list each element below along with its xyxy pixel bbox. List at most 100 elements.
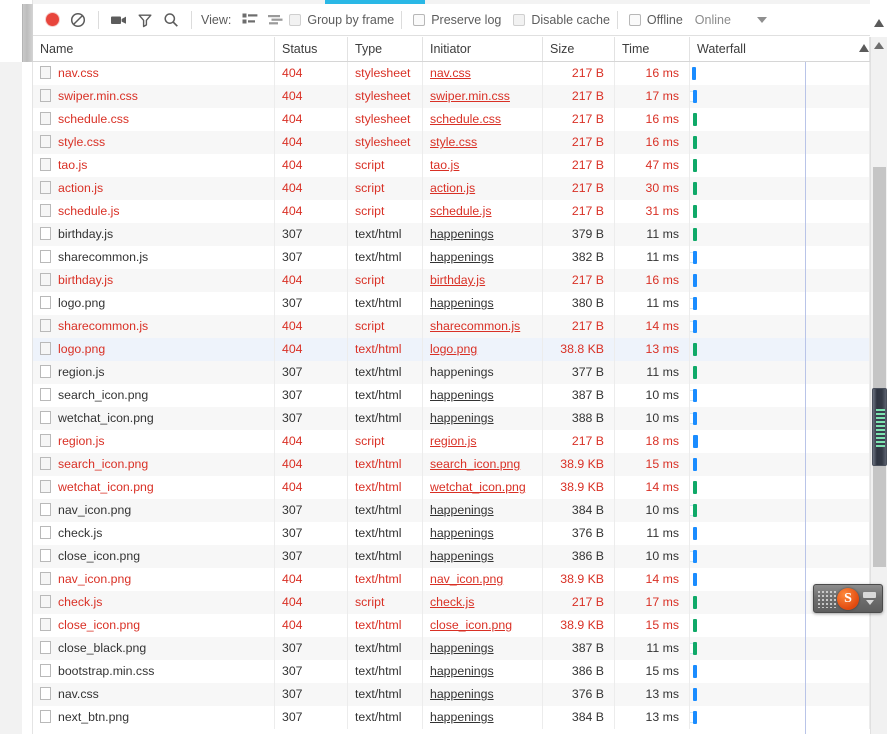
column-header-initiator[interactable]: Initiator xyxy=(423,37,543,61)
cell-initiator[interactable]: birthday.js xyxy=(423,269,543,292)
group-by-frame-checkbox[interactable] xyxy=(289,13,302,26)
cell-initiator[interactable]: schedule.js xyxy=(423,200,543,223)
cell-initiator-text[interactable]: nav.css xyxy=(430,66,471,80)
cell-initiator[interactable]: happenings xyxy=(423,407,543,430)
table-row[interactable]: search_icon.png 404 text/html search_icon.p… xyxy=(33,453,870,476)
cell-initiator[interactable]: nav.css xyxy=(423,62,543,85)
cell-initiator-text[interactable]: happenings xyxy=(430,549,494,563)
vertical-scrollbar[interactable] xyxy=(870,37,887,734)
cell-initiator-text[interactable]: style.css xyxy=(430,135,477,149)
offline-checkbox[interactable] xyxy=(628,13,641,26)
sogou-logo-icon[interactable]: S xyxy=(837,587,859,610)
view-list-button[interactable] xyxy=(237,8,263,32)
table-row[interactable]: birthday.js 404 script birthday.js 217 B 16 m… xyxy=(33,269,870,292)
cell-initiator[interactable]: happenings xyxy=(423,223,543,246)
cell-initiator-text[interactable]: schedule.js xyxy=(430,204,492,218)
cell-initiator-text[interactable]: happenings xyxy=(430,296,494,310)
column-header-name[interactable]: Name xyxy=(33,37,275,61)
table-row[interactable]: region.js 404 script region.js 217 B 18 ms xyxy=(33,430,870,453)
ime-chevron-down-icon[interactable] xyxy=(865,600,874,605)
table-row[interactable]: style.css 404 stylesheet style.css 217 B 16 m… xyxy=(33,131,870,154)
cell-initiator-text[interactable]: wetchat_icon.png xyxy=(430,480,526,494)
filter-button[interactable] xyxy=(132,8,158,32)
table-row[interactable]: check.js 404 script check.js 217 B 17 ms xyxy=(33,591,870,614)
column-header-size[interactable]: Size xyxy=(543,37,615,61)
cell-initiator-text[interactable]: happenings xyxy=(430,503,494,517)
capture-screenshots-button[interactable] xyxy=(106,8,132,32)
ime-extras[interactable] xyxy=(863,592,876,605)
disable-cache-control[interactable]: Disable cache xyxy=(513,13,610,27)
cell-initiator-text[interactable]: close_icon.png xyxy=(430,618,512,632)
table-row[interactable]: next_btn.png 307 text/html happenings 384 B 1… xyxy=(33,706,870,729)
cell-initiator[interactable]: wetchat_icon.png xyxy=(423,476,543,499)
cell-initiator[interactable]: style.css xyxy=(423,131,543,154)
table-row[interactable]: nav.css 404 stylesheet nav.css 217 B 16 ms xyxy=(33,62,870,85)
column-header-time[interactable]: Time xyxy=(615,37,690,61)
cell-initiator[interactable]: nav_icon.png xyxy=(423,568,543,591)
cell-initiator-text[interactable]: happenings xyxy=(430,664,494,678)
sort-ascending-arrow-icon[interactable] xyxy=(859,44,869,52)
cell-initiator[interactable]: close_icon.png xyxy=(423,614,543,637)
table-row[interactable]: action.js 404 script action.js 217 B 30 ms xyxy=(33,177,870,200)
clear-button[interactable] xyxy=(65,8,91,32)
table-row[interactable]: nav.css 307 text/html happenings 376 B 13 ms xyxy=(33,683,870,706)
cell-initiator-text[interactable]: sharecommon.js xyxy=(430,319,520,333)
panel-splitter-handle[interactable] xyxy=(22,4,33,62)
throttling-value[interactable]: Online xyxy=(695,13,731,27)
table-row[interactable]: sharecommon.js 307 text/html happenings 382 … xyxy=(33,246,870,269)
cell-initiator[interactable]: happenings xyxy=(423,660,543,683)
cell-initiator-text[interactable]: nav_icon.png xyxy=(430,572,503,586)
search-button[interactable] xyxy=(158,8,184,32)
cell-initiator[interactable]: tao.js xyxy=(423,154,543,177)
cell-initiator[interactable]: happenings xyxy=(423,499,543,522)
scrollbar-track[interactable] xyxy=(873,167,886,567)
column-header-status[interactable]: Status xyxy=(275,37,348,61)
scroll-up-button[interactable] xyxy=(871,37,887,54)
scrollbar-thumb[interactable] xyxy=(872,388,887,466)
table-row[interactable]: logo.png 404 text/html logo.png 38.8 KB 13 ms xyxy=(33,338,870,361)
offline-control[interactable]: Offline xyxy=(628,13,683,27)
cell-initiator-text[interactable]: search_icon.png xyxy=(430,457,520,471)
cell-initiator-text[interactable]: region.js xyxy=(430,434,476,448)
keyboard-icon[interactable] xyxy=(863,592,876,598)
cell-initiator[interactable]: swiper.min.css xyxy=(423,85,543,108)
cell-initiator-text[interactable]: happenings xyxy=(430,411,494,425)
cell-initiator-text[interactable]: birthday.js xyxy=(430,273,485,287)
cell-initiator[interactable]: logo.png xyxy=(423,338,543,361)
cell-initiator-text[interactable]: happenings xyxy=(430,227,494,241)
cell-initiator[interactable]: schedule.css xyxy=(423,108,543,131)
record-button[interactable] xyxy=(39,8,65,32)
group-by-frame-control[interactable]: Group by frame xyxy=(289,13,394,27)
cell-initiator[interactable]: happenings xyxy=(423,384,543,407)
preserve-log-control[interactable]: Preserve log xyxy=(413,13,501,27)
cell-initiator-text[interactable]: happenings xyxy=(430,641,494,655)
table-row[interactable]: close_black.png 307 text/html happenings 387… xyxy=(33,637,870,660)
cell-initiator-text[interactable]: swiper.min.css xyxy=(430,89,510,103)
disable-cache-checkbox[interactable] xyxy=(513,13,526,26)
view-waterfall-button[interactable] xyxy=(263,8,289,32)
throttling-dropdown-button[interactable] xyxy=(749,8,775,32)
cell-initiator[interactable]: happenings xyxy=(423,683,543,706)
cell-initiator[interactable]: happenings xyxy=(423,545,543,568)
table-row[interactable]: nav_icon.png 307 text/html happenings 384 B 1… xyxy=(33,499,870,522)
column-header-waterfall[interactable]: Waterfall xyxy=(690,37,870,61)
preserve-log-checkbox[interactable] xyxy=(413,13,426,26)
cell-initiator-text[interactable]: check.js xyxy=(430,595,474,609)
ime-drag-handle-icon[interactable] xyxy=(817,589,837,608)
cell-initiator-text[interactable]: action.js xyxy=(430,181,475,195)
table-row[interactable]: tao.js 404 script tao.js 217 B 47 ms xyxy=(33,154,870,177)
cell-initiator-text[interactable]: tao.js xyxy=(430,158,459,172)
cell-initiator[interactable]: happenings xyxy=(423,522,543,545)
cell-initiator-text[interactable]: happenings xyxy=(430,687,494,701)
cell-initiator-text[interactable]: happenings xyxy=(430,710,494,724)
table-row[interactable]: wetchat_icon.png 404 text/html wetchat_icon… xyxy=(33,476,870,499)
table-row[interactable]: check.js 307 text/html happenings 376 B 11 ms xyxy=(33,522,870,545)
cell-initiator[interactable]: search_icon.png xyxy=(423,453,543,476)
table-row[interactable]: logo.png 307 text/html happenings 380 B 11 ms xyxy=(33,292,870,315)
table-row[interactable]: sharecommon.js 404 script sharecommon.js 217… xyxy=(33,315,870,338)
table-row[interactable]: schedule.css 404 stylesheet schedule.css 217… xyxy=(33,108,870,131)
cell-initiator[interactable]: happenings xyxy=(423,292,543,315)
table-row[interactable]: wetchat_icon.png 307 text/html happenings 38… xyxy=(33,407,870,430)
table-row[interactable]: schedule.js 404 script schedule.js 217 B 31 m… xyxy=(33,200,870,223)
table-row[interactable]: region.js 307 text/html happenings 377 B 11 m… xyxy=(33,361,870,384)
